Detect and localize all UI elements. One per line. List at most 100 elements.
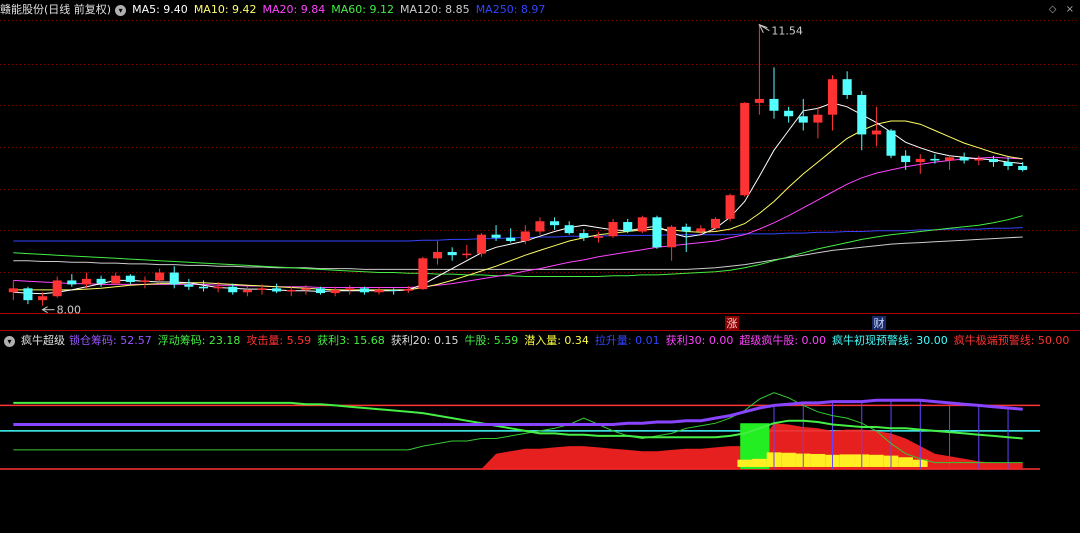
- candle-body: [374, 289, 384, 293]
- candle-body: [125, 275, 135, 283]
- sneak-volume-bar-51: [752, 458, 767, 467]
- candle-55: [813, 106, 823, 139]
- candle-body: [945, 157, 955, 161]
- candle-body: [286, 289, 296, 292]
- candle-body: [81, 278, 91, 285]
- candle-body: [38, 296, 48, 301]
- max-price-label: 11.54: [771, 25, 803, 38]
- candle-body: [96, 278, 106, 284]
- candle-48: [710, 217, 721, 230]
- candle-body: [769, 98, 779, 111]
- indicator-toggle-icon[interactable]: ▾: [4, 335, 15, 347]
- candle-body: [1003, 162, 1013, 166]
- candle-body: [901, 155, 911, 163]
- candle-26: [389, 288, 399, 295]
- candle-body: [111, 275, 121, 284]
- indicator-value-7: 拉升量: 0.01: [594, 334, 660, 347]
- window-controls: ◇ ×: [1043, 4, 1074, 15]
- candle-body: [301, 288, 311, 290]
- candle-45: [667, 225, 677, 261]
- indicator-value-3: 获利3: 15.68: [317, 334, 385, 347]
- kline-chart: 11.54 8.00 涨 财: [0, 20, 1080, 470]
- ma-value-5: MA250: 8.97: [475, 3, 546, 16]
- candle-body: [637, 217, 647, 232]
- indicator-legend: ▾ 疯牛超级 锁仓筹码: 52.57 浮动筹码: 23.18 攻击量: 5.59 获利3:…: [0, 331, 1075, 351]
- expand-icon[interactable]: ◇: [1049, 4, 1057, 15]
- indicator-value-1: 浮动筹码: 23.18: [157, 334, 241, 347]
- candle-43: [637, 215, 647, 234]
- ma-value-0: MA5: 9.40: [132, 3, 188, 16]
- candle-body: [213, 286, 223, 289]
- candle-body: [930, 158, 940, 161]
- candle-51: [754, 24, 764, 115]
- candle-56: [827, 75, 838, 131]
- candle-body: [257, 288, 267, 290]
- candle-body: [988, 158, 998, 163]
- event-markers[interactable]: 涨 财: [725, 316, 886, 330]
- candle-body: [652, 217, 662, 248]
- candle-22: [330, 286, 340, 297]
- candle-body: [886, 130, 896, 156]
- candle-3: [52, 276, 62, 298]
- zhang-marker[interactable]: 涨: [727, 317, 738, 330]
- candle-60: [886, 128, 896, 159]
- candle-57: [842, 71, 852, 99]
- candle-body: [506, 237, 516, 241]
- candle-body: [330, 289, 340, 294]
- candle-body: [535, 221, 545, 232]
- candle-body: [754, 98, 764, 103]
- candlesticks[interactable]: [8, 24, 1028, 306]
- candle-32: [476, 233, 486, 257]
- candle-34: [506, 228, 516, 243]
- chart-window: 11.54 8.00 涨 财 赣能股份(日线 前复权) ▾ MA5: 9.40 MA1…: [0, 0, 1080, 529]
- indicator-name[interactable]: 疯牛超级: [21, 331, 65, 351]
- close-icon[interactable]: ×: [1066, 4, 1074, 15]
- moving-average-lines: [13, 102, 1023, 295]
- cai-marker[interactable]: 财: [874, 316, 885, 330]
- locked-chips-line: [13, 398, 1023, 426]
- main-legend: 赣能股份(日线 前复权) ▾ MA5: 9.40 MA10: 9.42 MA20: 9.…: [0, 0, 551, 20]
- candle-66: [974, 155, 984, 166]
- sneak-volume-bar-61: [898, 457, 913, 467]
- candle-body: [52, 280, 62, 297]
- candle-body: [593, 236, 603, 238]
- indicator-value-5: 牛股: 5.59: [464, 334, 519, 347]
- candle-body: [784, 110, 794, 117]
- indicator-value-2: 攻击量: 5.59: [246, 334, 312, 347]
- ma120-line: [13, 236, 1023, 270]
- candle-28: [418, 256, 428, 290]
- candle-body: [1018, 166, 1028, 170]
- candle-0: [8, 280, 18, 301]
- min-price-label: 8.00: [57, 304, 81, 317]
- candle-42: [623, 218, 633, 234]
- settings-toggle-icon[interactable]: ▾: [115, 4, 127, 16]
- sneak-volume-bar-55: [810, 453, 826, 467]
- candle-body: [798, 116, 808, 123]
- candle-body: [740, 102, 750, 196]
- candle-40: [593, 231, 603, 243]
- candle-body: [155, 272, 165, 281]
- candle-body: [520, 231, 530, 241]
- candle-body: [915, 158, 925, 163]
- candle-body: [389, 289, 399, 291]
- candle-body: [476, 234, 486, 254]
- candle-65: [959, 152, 969, 164]
- candle-46: [681, 223, 691, 253]
- candle-12: [184, 278, 194, 290]
- candle-body: [403, 289, 413, 291]
- candle-11: [169, 266, 179, 289]
- candle-body: [842, 79, 852, 95]
- stock-name[interactable]: 赣能股份(日线 前复权): [0, 0, 111, 20]
- candle-body: [272, 288, 282, 292]
- candle-body: [871, 130, 881, 135]
- sneak-volume-bar-59: [869, 454, 884, 467]
- indicator-value-11: 疯牛极端预警线: 50.00: [953, 334, 1070, 347]
- candle-58: [857, 91, 867, 151]
- candle-body: [462, 253, 472, 256]
- ma-values: MA5: 9.40 MA10: 9.42 MA20: 9.84 MA60: 9.12 M…: [132, 0, 551, 20]
- candle-body: [491, 234, 501, 238]
- candle-body: [140, 280, 150, 283]
- candle-body: [710, 218, 721, 229]
- ma5-line: [13, 102, 1023, 295]
- candle-body: [959, 157, 969, 161]
